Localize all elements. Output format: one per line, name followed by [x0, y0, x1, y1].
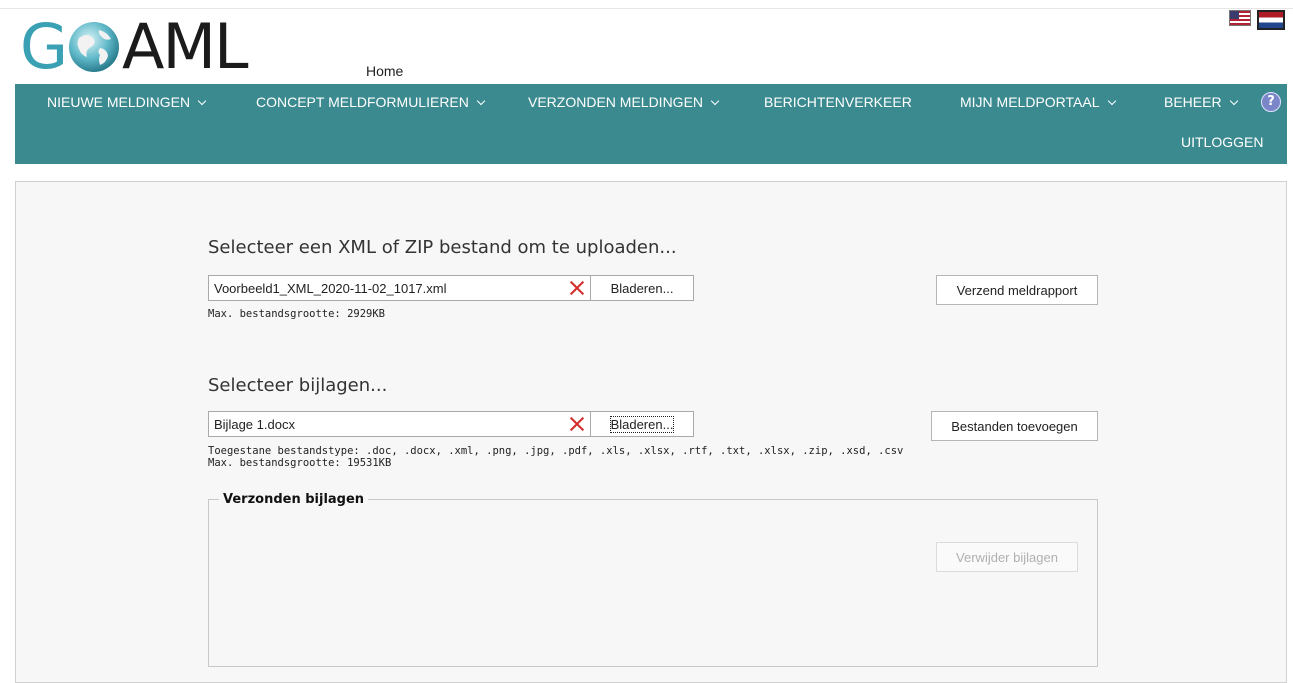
xml-browse-button[interactable]: Bladeren... — [590, 275, 694, 301]
upload-panel: Selecteer een XML of ZIP bestand om te u… — [15, 181, 1287, 683]
nav-item-nieuwe-meldingen[interactable]: NIEUWE MELDINGEN — [47, 94, 207, 110]
home-link[interactable]: Home — [366, 63, 403, 79]
language-switcher — [1229, 10, 1285, 30]
xml-upload-heading: Selecteer een XML of ZIP bestand om te u… — [208, 237, 677, 258]
chevron-down-icon — [1107, 96, 1116, 106]
us-flag-icon[interactable] — [1229, 10, 1251, 26]
attachment-browse-button[interactable]: Bladeren... — [590, 411, 694, 437]
add-files-button[interactable]: Bestanden toevoegen — [931, 411, 1098, 441]
allowed-file-types: Toegestane bestandstype: .doc, .docx, .x… — [208, 445, 904, 457]
nl-flag-icon[interactable] — [1257, 10, 1285, 30]
send-report-button[interactable]: Verzend meldrapport — [936, 275, 1098, 305]
goaml-logo[interactable]: G AML — [20, 10, 249, 83]
attachments-heading: Selecteer bijlagen... — [208, 375, 388, 396]
sent-attachments-group: Verzonden bijlagen Verwijder bijlagen — [208, 492, 1098, 667]
chevron-down-icon — [197, 96, 207, 106]
clear-file-icon[interactable] — [567, 278, 587, 298]
logo-wordmark: G AML — [20, 10, 249, 83]
nav-item-concept-meldformulieren[interactable]: CONCEPT MELDFORMULIEREN — [256, 94, 486, 110]
main-navbar: NIEUWE MELDINGEN CONCEPT MELDFORMULIEREN… — [15, 84, 1287, 164]
delete-attachments-button[interactable]: Verwijder bijlagen — [936, 542, 1078, 572]
chevron-down-icon — [476, 96, 486, 106]
attachment-max-size: Max. bestandsgrootte: 19531KB — [208, 457, 392, 469]
nav-item-beheer[interactable]: BEHEER — [1164, 94, 1238, 110]
chevron-down-icon — [710, 96, 720, 106]
attachment-file-name: Bijlage 1.docx — [214, 417, 295, 432]
xml-max-size: Max. bestandsgrootte: 2929KB — [208, 308, 386, 320]
globe-icon — [69, 22, 120, 72]
xml-file-input[interactable]: Voorbeeld1_XML_2020-11-02_1017.xml — [208, 275, 591, 301]
chevron-down-icon — [1229, 96, 1238, 106]
top-divider — [0, 8, 1293, 9]
clear-file-icon[interactable] — [567, 414, 587, 434]
xml-file-name: Voorbeeld1_XML_2020-11-02_1017.xml — [214, 281, 447, 296]
sent-attachments-legend: Verzonden bijlagen — [223, 492, 365, 507]
logout-link[interactable]: UITLOGGEN — [1181, 134, 1263, 150]
nav-item-verzonden-meldingen[interactable]: VERZONDEN MELDINGEN — [528, 94, 720, 110]
nav-row: NIEUWE MELDINGEN CONCEPT MELDFORMULIEREN… — [15, 84, 1287, 124]
help-icon[interactable]: ? — [1261, 92, 1281, 112]
attachment-file-input[interactable]: Bijlage 1.docx — [208, 411, 591, 437]
nav-item-berichtenverkeer[interactable]: BERICHTENVERKEER — [764, 94, 912, 110]
nav-item-mijn-meldportaal[interactable]: MIJN MELDPORTAAL — [960, 94, 1116, 110]
